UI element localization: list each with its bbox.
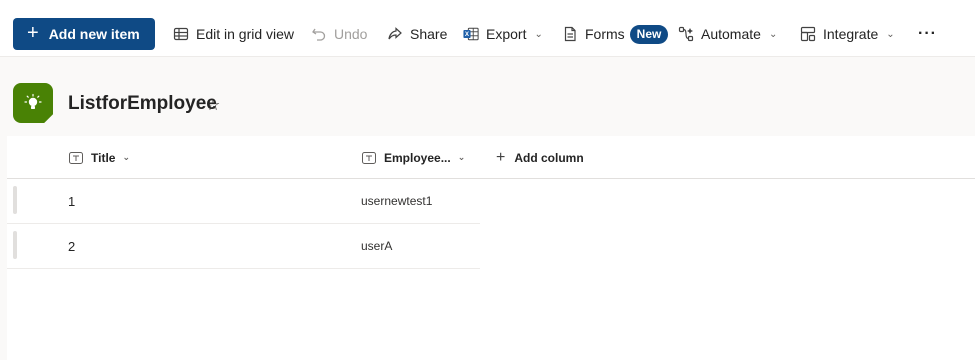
grid-header: Title ⌄ Employee... ⌄ + Add column	[7, 136, 975, 179]
integrate-icon	[800, 26, 816, 42]
column-title-label: Title	[91, 150, 116, 165]
share-label: Share	[410, 26, 448, 42]
export-button[interactable]: X Export ⌄	[463, 18, 543, 50]
excel-export-icon: X	[463, 27, 479, 41]
edit-grid-view-button[interactable]: Edit in grid view	[173, 18, 294, 50]
lightbulb-icon	[24, 93, 42, 109]
automate-button[interactable]: Automate ⌄	[678, 18, 777, 50]
add-new-item-button[interactable]: + Add new item	[13, 18, 155, 50]
text-column-icon	[362, 151, 376, 164]
share-button[interactable]: Share	[387, 18, 447, 50]
plus-icon: +	[27, 22, 39, 44]
add-column-button[interactable]: + Add column	[496, 136, 584, 179]
integrate-button[interactable]: Integrate ⌄	[800, 18, 895, 50]
cell-title[interactable]: 2	[68, 239, 75, 254]
plus-icon: +	[496, 148, 506, 166]
cell-title[interactable]: 1	[68, 194, 75, 209]
add-column-label: Add column	[514, 150, 584, 165]
list-grid: Title ⌄ Employee... ⌄ + Add column 1 use…	[7, 136, 975, 360]
row-selection-handle[interactable]	[13, 231, 17, 259]
text-column-icon	[69, 151, 83, 164]
automate-label: Automate	[701, 26, 761, 42]
table-row[interactable]: 2 userA	[7, 224, 480, 269]
undo-icon	[312, 28, 326, 41]
edit-grid-view-label: Edit in grid view	[196, 26, 295, 42]
favorite-star-icon[interactable]: ☆	[206, 95, 220, 115]
undo-label: Undo	[334, 26, 368, 42]
row-selection-handle[interactable]	[13, 186, 17, 214]
table-row[interactable]: 1 usernewtest1	[7, 179, 480, 224]
command-bar: + Add new item Edit in grid view Undo Sh…	[0, 0, 975, 57]
undo-button[interactable]: Undo	[311, 18, 367, 50]
more-options-button[interactable]: ···	[918, 18, 937, 50]
chevron-down-icon: ⌄	[457, 152, 466, 162]
chevron-down-icon: ⌄	[886, 28, 895, 40]
chevron-down-icon: ⌄	[768, 28, 778, 40]
cell-employee: usernewtest1	[361, 194, 433, 208]
automate-flow-icon	[678, 26, 694, 42]
chevron-down-icon: ⌄	[534, 28, 543, 40]
more-icon: ···	[918, 25, 937, 42]
cell-employee: userA	[361, 239, 393, 253]
forms-button[interactable]: Forms New	[562, 18, 669, 50]
export-label: Export	[486, 26, 527, 42]
new-badge: New	[629, 24, 669, 44]
forms-document-icon	[564, 26, 576, 42]
share-icon	[388, 27, 402, 40]
grid-table-icon	[173, 27, 189, 41]
column-header-employee[interactable]: Employee... ⌄	[362, 136, 465, 179]
add-new-item-label: Add new item	[48, 26, 140, 42]
list-logo	[13, 83, 53, 123]
column-employee-label: Employee...	[384, 150, 451, 165]
integrate-label: Integrate	[823, 26, 879, 42]
column-header-title[interactable]: Title ⌄	[69, 136, 130, 179]
chevron-down-icon: ⌄	[122, 152, 130, 162]
list-title: ListforEmployee	[68, 93, 217, 114]
forms-label: Forms	[585, 26, 625, 42]
